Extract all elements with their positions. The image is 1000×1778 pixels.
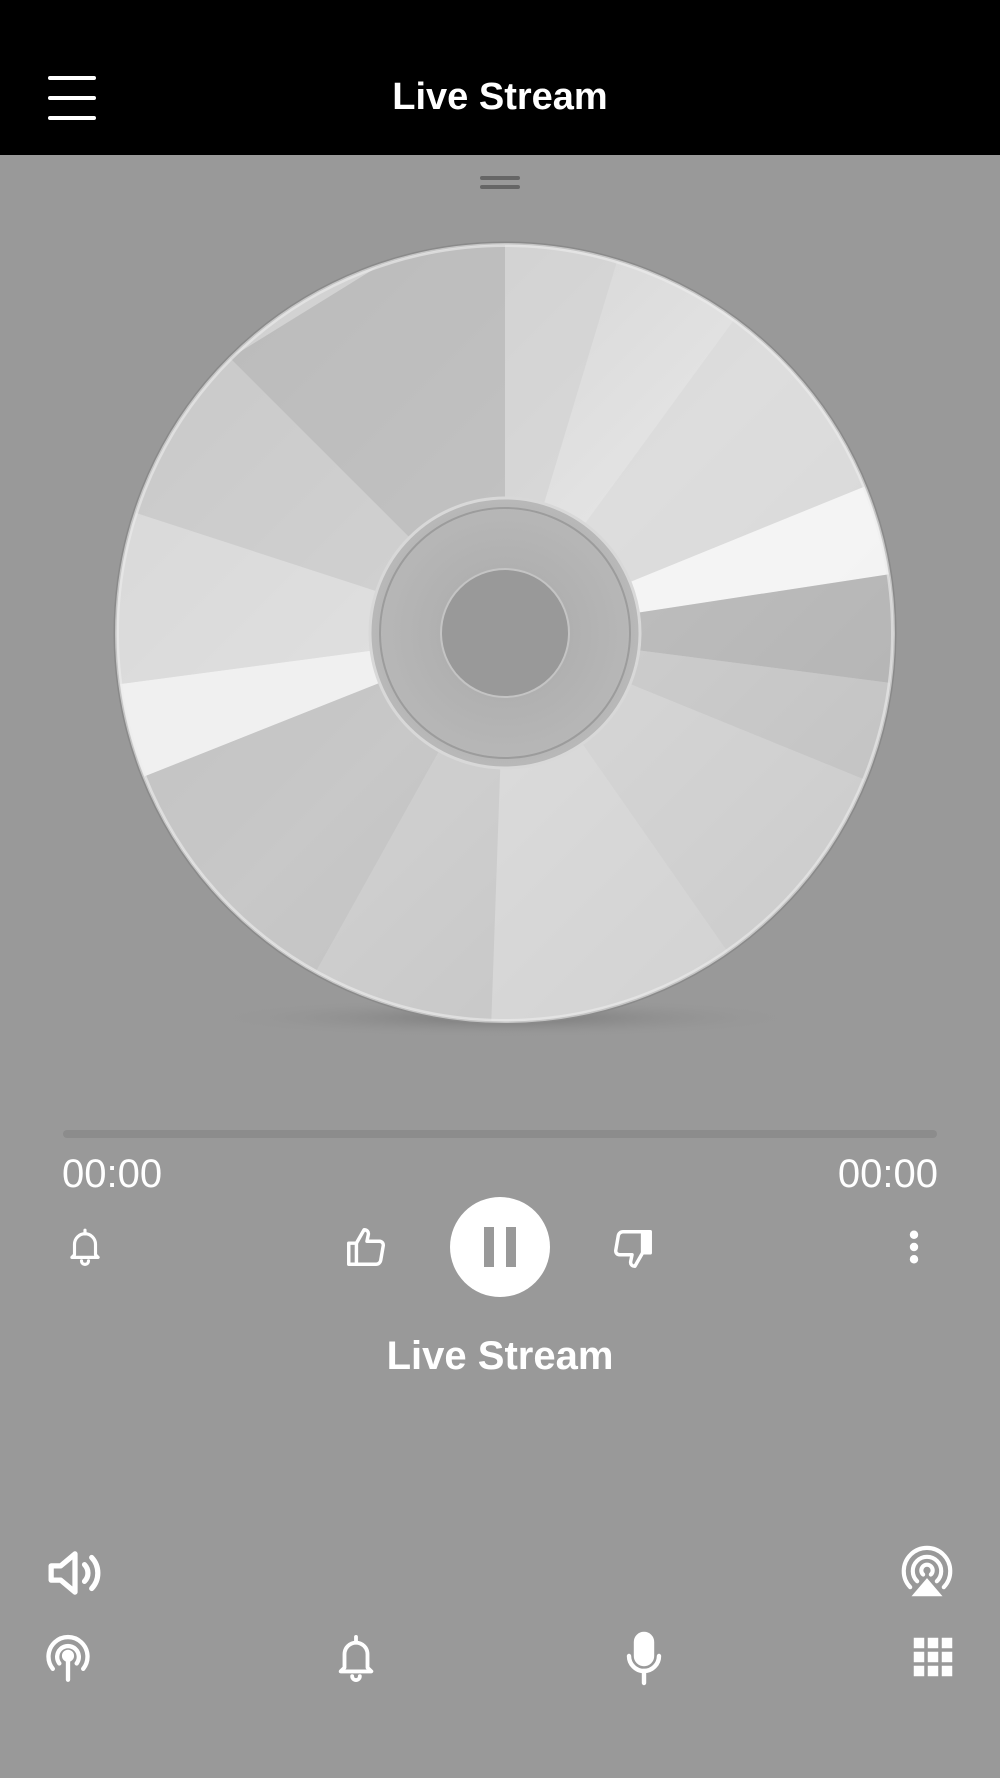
grid-icon[interactable] (912, 1636, 954, 1678)
page-title: Live Stream (392, 76, 608, 118)
bell-icon[interactable] (64, 1225, 106, 1267)
pause-button[interactable] (450, 1197, 550, 1297)
volume-icon[interactable] (44, 1544, 106, 1602)
compact-disc-icon (110, 238, 900, 1038)
thumbs-down-icon[interactable] (609, 1226, 657, 1272)
progress-bar[interactable] (63, 1130, 937, 1138)
microphone-icon[interactable] (624, 1630, 664, 1686)
drag-handle[interactable] (480, 176, 520, 192)
more-vertical-icon[interactable] (898, 1226, 930, 1268)
pause-icon (484, 1227, 494, 1267)
thumbs-up-icon[interactable] (342, 1224, 390, 1270)
podcast-icon[interactable] (42, 1632, 94, 1684)
app-header: Live Stream (0, 0, 1000, 155)
bell-icon[interactable] (333, 1632, 379, 1684)
airplay-icon[interactable] (896, 1542, 958, 1604)
elapsed-time: 00:00 (62, 1152, 163, 1196)
duration-time: 00:00 (837, 1152, 938, 1196)
track-title: Live Stream (386, 1334, 614, 1378)
